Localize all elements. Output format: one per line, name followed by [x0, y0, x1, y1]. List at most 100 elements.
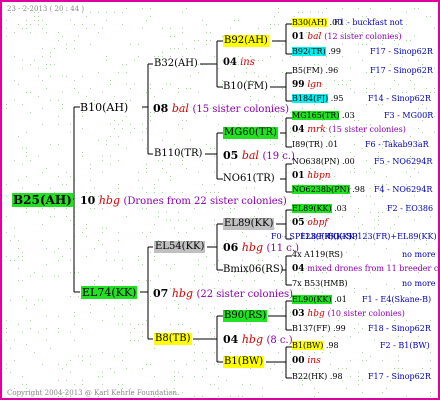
root-queen[interactable]: B25(AH) — [12, 193, 73, 207]
row-b22[interactable]: B22(HK) .98 — [292, 373, 343, 381]
b110-node[interactable]: B110(TR) — [154, 149, 202, 159]
row-i89[interactable]: I89(TR) .01 — [292, 141, 338, 149]
b22-value: .98 — [329, 372, 343, 381]
b53-name[interactable]: 7x B53(HMB) — [292, 280, 348, 288]
row-b1bw[interactable]: B1(BW) .98 — [292, 341, 339, 350]
mg60-node[interactable]: MG60(TR) — [223, 127, 278, 139]
r5-year: 99 — [292, 80, 305, 90]
b1bw-r-value: .98 — [325, 341, 339, 350]
row-mg165[interactable]: MG165(TR) .03 — [292, 111, 355, 120]
b184-value: .95 — [330, 94, 344, 103]
el90-name: EL90(KK) — [292, 295, 332, 304]
g04b-note: (8 c.) — [266, 335, 293, 346]
no61-node[interactable]: NO61(TR) — [223, 174, 275, 184]
no638-line: F5 - NO6294R — [374, 157, 433, 166]
copyright-footer: Copyright 2004-2013 @ Karl Kehrle Founda… — [7, 389, 180, 397]
g05-insemination: bal — [241, 149, 259, 162]
b32-node[interactable]: B32(AH) — [154, 59, 198, 69]
i89-value: .01 — [325, 140, 339, 149]
el90-line: F1 - E4(Skane-B) — [362, 295, 432, 304]
b8-node[interactable]: B8(TB) — [154, 333, 192, 345]
b92-node[interactable]: B92(AH) — [223, 35, 269, 47]
no6238b-line: F4 - NO6294R — [374, 185, 433, 194]
dam-insemination: hbg — [171, 287, 193, 300]
mg165-name: MG165(TR) — [292, 111, 340, 120]
r8-insemination: mrk — [307, 125, 326, 135]
r20-note: (10 sister colonies) — [327, 309, 405, 318]
mg165-value: .03 — [342, 111, 355, 120]
b137-name: B137(FF) — [292, 324, 331, 333]
timestamp-header: 23 - 2-2013 ( 20 : 44 ) — [7, 5, 85, 13]
b5fm-name: B5(FM) — [292, 66, 323, 75]
row-b184[interactable]: B184(FJ) .95 — [292, 94, 344, 103]
sire-drone-origin: 10 hbg (Drones from 22 sister colonies) — [80, 195, 287, 207]
el89kk-line: F2 - EO386 — [387, 204, 434, 213]
a119-line: no more — [402, 250, 436, 259]
row-r8: 04 mrk (15 sister colonies) — [292, 126, 406, 135]
g08-insemination: bal — [171, 102, 189, 115]
sire-insemination: hbg — [98, 194, 120, 207]
row-no6238b[interactable]: NO6238b(PN) .98 — [292, 185, 365, 194]
row-r20: 03 hbg (10 sister colonies) — [292, 310, 405, 319]
dam-drone-note: (22 sister colonies) — [196, 289, 294, 300]
r8-note: (15 sister colonies) — [328, 125, 406, 134]
el89-node[interactable]: EL89(KK) — [223, 218, 275, 230]
b32-drone-origin: 08 bal (15 sister colonies) — [153, 103, 289, 115]
r2-year: 01 — [292, 32, 305, 42]
b92tr-name: B92(TR) — [292, 47, 326, 56]
b10fm-node[interactable]: B10(FM) — [223, 82, 268, 92]
b22-name: B22(HK) — [292, 372, 328, 381]
sire-node[interactable]: B10(AH) — [80, 102, 128, 113]
b30-name: B30(AH) — [292, 18, 328, 27]
dam-year: 07 — [153, 287, 169, 300]
b184-name: B184(FJ) — [292, 94, 329, 103]
b137-line: F18 - Sinop62R — [368, 324, 431, 333]
r2-note: (12 sister colonies) — [324, 32, 402, 41]
no638-value: .00 — [342, 157, 355, 166]
r17-note: mixed drones from 11 breeder colo — [307, 264, 440, 273]
r14-year: 05 — [292, 218, 305, 228]
b90-drone-origin: 04 hbg (8 c.) — [223, 334, 293, 346]
el89kk-value: .03 — [334, 204, 347, 213]
a119-name[interactable]: 4x A119(RS) — [292, 251, 343, 259]
bmix-node[interactable]: Bmix06(RS) — [223, 265, 284, 275]
el54-node[interactable]: EL54(KK) — [154, 241, 206, 253]
row-el90[interactable]: EL90(KK) .01 — [292, 295, 347, 304]
r11-year: 01 — [292, 171, 305, 181]
r23-year: 00 — [292, 356, 305, 366]
r11-insemination: hbpn — [307, 171, 331, 181]
i89-name: I89(TR) — [292, 140, 323, 149]
r5-insemination: lgn — [307, 80, 322, 90]
g08-year: 08 — [153, 102, 169, 115]
g04a-year: 04 — [223, 57, 237, 68]
dam-node[interactable]: EL74(KK) — [81, 286, 138, 299]
r20-year: 03 — [292, 309, 305, 319]
el90-value: .01 — [334, 295, 347, 304]
b1bw-node[interactable]: B1(BW) — [223, 356, 265, 368]
r14-insemination: obpf — [307, 218, 328, 228]
r23-insemination: ins — [307, 356, 321, 366]
row-r2: 01 bal (12 sister colonies) — [292, 33, 402, 42]
sire-year: 10 — [80, 194, 96, 207]
mg60-drone-origin: 05 bal (19 c.) — [223, 150, 295, 162]
g05-year: 05 — [223, 149, 239, 162]
row-el89kk[interactable]: EL89(KK) .03 — [292, 204, 347, 213]
b90-node[interactable]: B90(RS) — [223, 310, 268, 322]
sire-drone-note: (Drones from 22 sister colonies) — [123, 196, 287, 207]
row-b5fm[interactable]: B5(FM) .96 — [292, 67, 338, 75]
r20-insemination: hbg — [307, 309, 325, 319]
el89-drone-origin: 06 hbg (11 c.) — [223, 242, 299, 254]
row-no638[interactable]: NO638(PN) .00 — [292, 158, 355, 166]
b137-value: .99 — [333, 324, 346, 333]
g04b-insemination: hbg — [241, 333, 263, 346]
b1bw-r-line: F2 - B1(BW) — [380, 341, 430, 350]
g08-note: (15 sister colonies) — [192, 104, 290, 115]
no6238b-name: NO6238b(PN) — [292, 185, 350, 194]
row-r5: 99 lgn — [292, 81, 322, 90]
row-r23: 00 ins — [292, 357, 321, 366]
row-b92tr[interactable]: B92(TR) .99 — [292, 47, 341, 56]
row-b137[interactable]: B137(FF) .99 — [292, 325, 346, 333]
b53-line: no more — [402, 279, 436, 288]
b184-line: F14 - Sinop62R — [368, 94, 431, 103]
b92-drone-origin: 04 ins — [223, 58, 255, 68]
